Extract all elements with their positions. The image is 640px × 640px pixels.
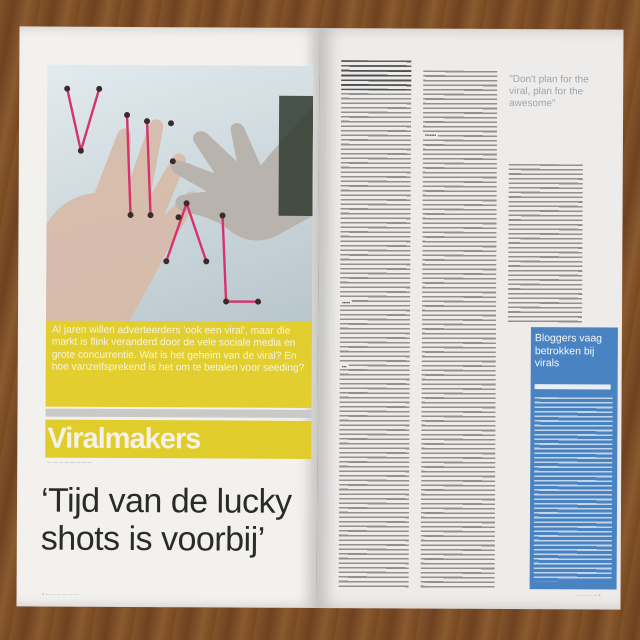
body-column-2 xyxy=(420,70,498,589)
sidebar-box-text xyxy=(533,397,613,582)
subhead-2: ▪▪▪ xyxy=(339,364,349,370)
left-page: Al jaren willen adverteerders 'ook een v… xyxy=(16,26,320,608)
pull-quote: "Don't plan for the viral, plan for the … xyxy=(509,73,589,110)
byline: — — — — — — — — xyxy=(47,459,93,465)
sidebar-box: Bloggers vaag betrokken bij virals xyxy=(529,327,618,590)
body-column-1 xyxy=(338,70,412,589)
right-folio: — — — — ▪ xyxy=(575,592,601,598)
right-page: ▪▪▪▪▪ ▪▪▪ ▪▪▪▪▪▪▪ "Don't plan for the vi… xyxy=(316,27,624,610)
open-magazine: Al jaren willen adverteerders 'ook een v… xyxy=(16,26,624,610)
section-title: Viralmakers xyxy=(47,422,201,456)
left-folio: ▪ — — — — — — xyxy=(42,591,79,597)
hands-photo xyxy=(45,64,314,328)
sidebar-box-rule xyxy=(534,384,611,390)
intro-text: Al jaren willen adverteerders 'ook een v… xyxy=(45,320,312,408)
viral-hands-illustration xyxy=(45,85,314,327)
subhead-3: ▪▪▪▪▪▪▪ xyxy=(422,132,439,138)
left-hand xyxy=(45,119,199,327)
divider-bar xyxy=(45,408,312,418)
subhead-1: ▪▪▪▪▪ xyxy=(340,300,353,306)
sleeve xyxy=(278,95,314,216)
headline: ‘Tijd van de lucky shots is voorbij’ xyxy=(40,481,292,559)
sidebar-box-title: Bloggers vaag betrokken bij virals xyxy=(534,332,603,370)
body-column-3 xyxy=(507,163,583,325)
